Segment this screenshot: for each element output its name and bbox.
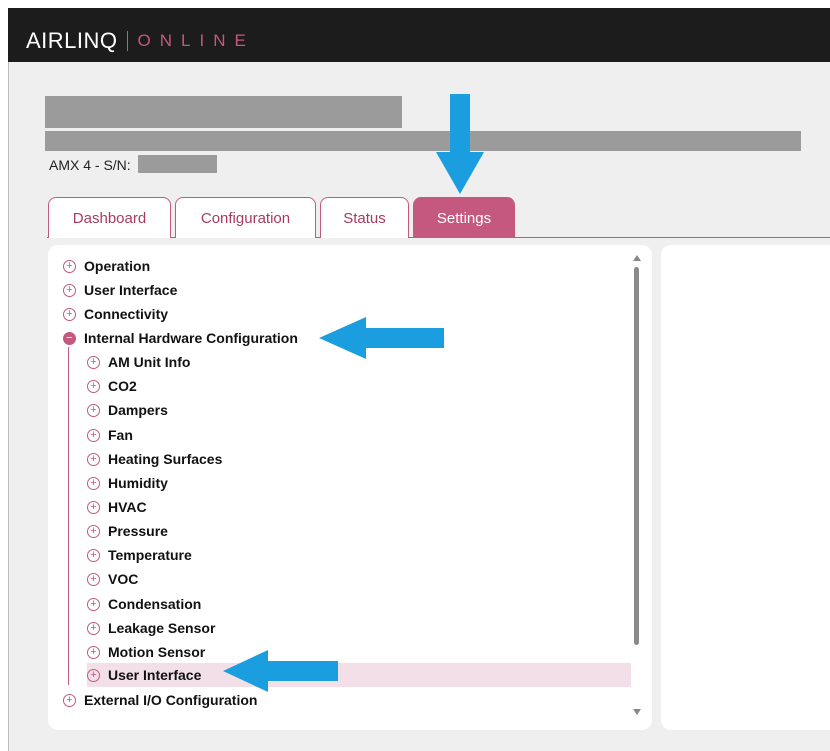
tree-node-label: Leakage Sensor bbox=[108, 620, 216, 636]
tree-node-internal-hardware-configuration[interactable]: − Internal Hardware Configuration bbox=[63, 328, 298, 348]
arrow-left-annotation-icon bbox=[223, 650, 338, 692]
tree-node-label: AM Unit Info bbox=[108, 354, 191, 370]
tree-node-label: Humidity bbox=[108, 475, 168, 491]
expand-plus-icon[interactable]: + bbox=[87, 500, 100, 514]
redacted-serial-number bbox=[138, 155, 217, 173]
tree-node-label: Operation bbox=[84, 258, 151, 274]
expand-plus-icon[interactable]: + bbox=[87, 476, 100, 490]
tree-node-voc[interactable]: + VOC bbox=[87, 569, 138, 589]
scroll-down-arrow-icon[interactable] bbox=[633, 709, 641, 715]
tab-configuration[interactable]: Configuration bbox=[175, 197, 316, 238]
expand-plus-icon[interactable]: + bbox=[87, 645, 100, 659]
tree-node-humidity[interactable]: + Humidity bbox=[87, 473, 168, 493]
expand-plus-icon[interactable]: + bbox=[87, 597, 100, 611]
redacted-device-name bbox=[45, 96, 402, 128]
tree-node-label: User Interface bbox=[108, 667, 202, 683]
settings-detail-panel bbox=[661, 245, 830, 730]
tree-node-label: Heating Surfaces bbox=[108, 451, 223, 467]
tree-node-label: CO2 bbox=[108, 378, 137, 394]
tree-node-label: User Interface bbox=[84, 282, 178, 298]
tree-node-label: Pressure bbox=[108, 523, 168, 539]
tree-node-hvac[interactable]: + HVAC bbox=[87, 497, 147, 517]
tree-node-dampers[interactable]: + Dampers bbox=[87, 400, 168, 420]
tree-node-temperature[interactable]: + Temperature bbox=[87, 545, 192, 565]
expand-plus-icon[interactable]: + bbox=[63, 283, 76, 297]
expand-plus-icon[interactable]: + bbox=[87, 403, 100, 417]
expand-plus-icon[interactable]: + bbox=[87, 668, 100, 682]
expand-plus-icon[interactable]: + bbox=[63, 307, 76, 321]
tree-node-label: VOC bbox=[108, 571, 139, 587]
tree-node-heating-surfaces[interactable]: + Heating Surfaces bbox=[87, 449, 222, 469]
expand-plus-icon[interactable]: + bbox=[63, 693, 76, 707]
expand-plus-icon[interactable]: + bbox=[87, 452, 100, 466]
scroll-up-arrow-icon[interactable] bbox=[633, 255, 641, 261]
tree-node-external-io-configuration[interactable]: + External I/O Configuration bbox=[63, 690, 257, 710]
tree-node-label: External I/O Configuration bbox=[84, 692, 258, 708]
tree-node-label: HVAC bbox=[108, 499, 147, 515]
tree-node-label: Dampers bbox=[108, 402, 168, 418]
expand-plus-icon[interactable]: + bbox=[87, 379, 100, 393]
tree-node-label: Temperature bbox=[108, 547, 192, 563]
tree-node-connectivity[interactable]: + Connectivity bbox=[63, 304, 168, 324]
tree-node-label: Internal Hardware Configuration bbox=[84, 330, 298, 346]
tab-dashboard[interactable]: Dashboard bbox=[48, 197, 171, 238]
tree-node-condensation[interactable]: + Condensation bbox=[87, 594, 201, 614]
tree-node-user-interface[interactable]: + User Interface bbox=[63, 280, 177, 300]
expand-plus-icon[interactable]: + bbox=[87, 355, 100, 369]
tree-node-pressure[interactable]: + Pressure bbox=[87, 521, 168, 541]
tree-node-label: Motion Sensor bbox=[108, 644, 206, 660]
collapse-minus-icon[interactable]: − bbox=[63, 331, 76, 345]
tree-guide-line bbox=[68, 347, 69, 685]
arrow-left-annotation-icon bbox=[319, 317, 444, 359]
tab-status[interactable]: Status bbox=[320, 197, 409, 238]
tree-node-label: Connectivity bbox=[84, 306, 169, 322]
tree-node-fan[interactable]: + Fan bbox=[87, 425, 133, 445]
brand-name: AIRLINQ bbox=[26, 28, 118, 53]
tree-node-operation[interactable]: + Operation bbox=[63, 256, 150, 276]
expand-plus-icon[interactable]: + bbox=[87, 621, 100, 635]
scrollbar-thumb[interactable] bbox=[634, 267, 639, 645]
arrow-down-annotation-icon bbox=[436, 94, 484, 194]
tab-settings[interactable]: Settings bbox=[413, 197, 515, 238]
logo-separator bbox=[126, 31, 128, 51]
expand-plus-icon[interactable]: + bbox=[87, 524, 100, 538]
expand-plus-icon[interactable]: + bbox=[63, 259, 76, 273]
tree-node-co2[interactable]: + CO2 bbox=[87, 376, 137, 396]
tree-node-leakage-sensor[interactable]: + Leakage Sensor bbox=[87, 618, 215, 638]
expand-plus-icon[interactable]: + bbox=[87, 572, 100, 586]
expand-plus-icon[interactable]: + bbox=[87, 428, 100, 442]
redacted-device-address bbox=[45, 131, 801, 151]
expand-plus-icon[interactable]: + bbox=[87, 548, 100, 562]
product-name: ONLINE bbox=[137, 31, 255, 50]
tree-node-user-interface-selected[interactable]: + User Interface bbox=[87, 663, 631, 687]
tree-node-motion-sensor[interactable]: + Motion Sensor bbox=[87, 642, 205, 662]
tree-node-am-unit-info[interactable]: + AM Unit Info bbox=[87, 352, 190, 372]
logo: AIRLINQ ONLINE bbox=[26, 28, 255, 54]
tree-node-label: Condensation bbox=[108, 596, 202, 612]
serial-label: AMX 4 - S/N: bbox=[49, 157, 131, 173]
tree-scrollbar[interactable] bbox=[632, 255, 642, 715]
tree-node-label: Fan bbox=[108, 427, 133, 443]
